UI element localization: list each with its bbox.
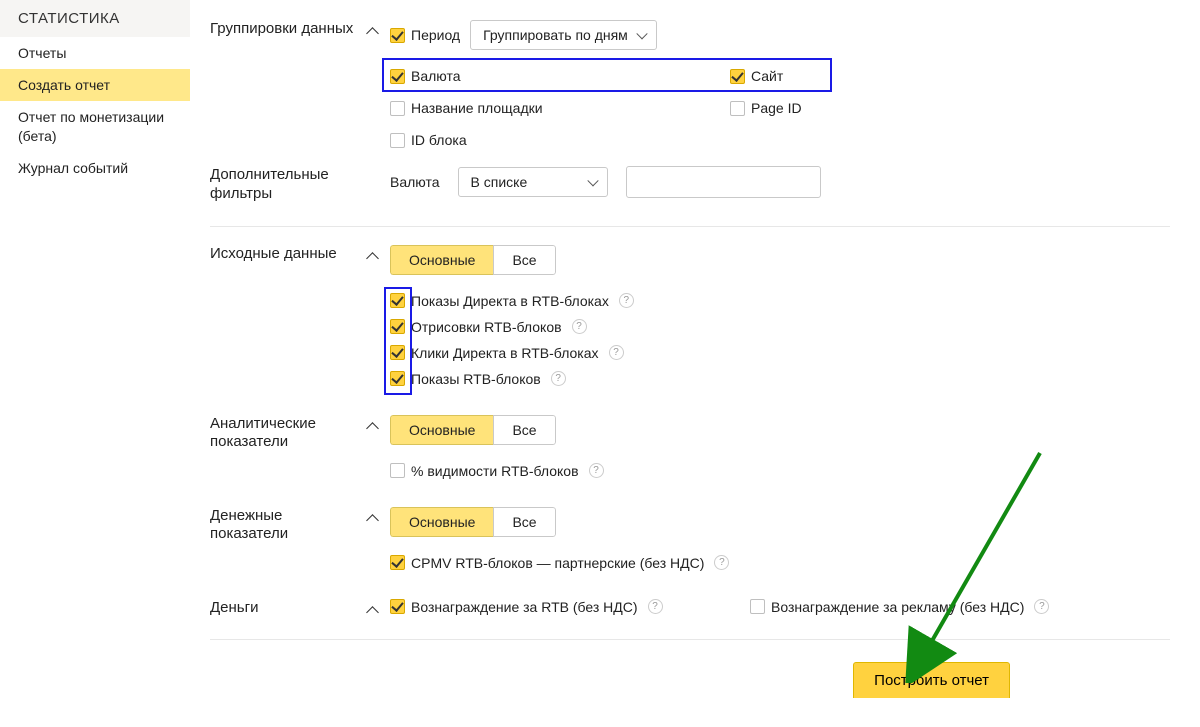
checkbox-box (390, 293, 405, 308)
checkbox-box (390, 69, 405, 84)
help-icon[interactable]: ? (619, 293, 634, 308)
toggle-group-analytics: Основные Все (390, 415, 556, 445)
checkbox-label: Page ID (751, 100, 802, 116)
checkbox-box (390, 101, 405, 116)
toggle-group-money-metrics: Основные Все (390, 507, 556, 537)
section-groupings: Группировки данных Период Группировать п… (210, 20, 1170, 148)
checkbox-label: % видимости RTB-блоков (411, 463, 579, 479)
sidebar-item-monetization[interactable]: Отчет по монетизации (бета) (0, 101, 190, 151)
checkbox-page-id[interactable]: Page ID (730, 100, 930, 116)
checkbox-label: Отрисовки RTB-блоков (411, 319, 562, 335)
checkbox-box (750, 599, 765, 614)
section-label-money-metrics[interactable]: Денежные показатели (210, 507, 390, 545)
chevron-up-icon (368, 512, 378, 522)
filter-field-label: Валюта (390, 174, 440, 190)
checkbox-currency[interactable]: Валюта (390, 68, 730, 84)
section-money-metrics: Денежные показатели Основные Все CPMV RT… (210, 507, 1170, 571)
main-content: Группировки данных Период Группировать п… (190, 0, 1200, 698)
help-icon[interactable]: ? (714, 555, 729, 570)
section-title-text: Группировки данных (210, 20, 353, 39)
toggle-main[interactable]: Основные (390, 245, 493, 275)
section-label-money[interactable]: Деньги (210, 599, 390, 618)
checkbox-rtb-reward[interactable]: Вознаграждение за RTB (без НДС) ? (390, 599, 740, 615)
section-label-filters: Дополнительные фильтры (210, 166, 390, 204)
checkbox-label: Валюта (411, 68, 461, 84)
help-icon[interactable]: ? (609, 345, 624, 360)
toggle-all[interactable]: Все (493, 245, 555, 275)
checkbox-label: Вознаграждение за RTB (без НДС) (411, 599, 638, 615)
checkbox-box (730, 69, 745, 84)
checkbox-ad-reward[interactable]: Вознаграждение за рекламу (без НДС) ? (750, 599, 1100, 615)
chevron-up-icon (368, 420, 378, 430)
chevron-up-icon (368, 25, 378, 35)
section-label-source-data[interactable]: Исходные данные (210, 245, 390, 264)
checkbox-label: CPMV RTB-блоков — партнерские (без НДС) (411, 555, 704, 571)
checkbox-box (390, 133, 405, 148)
chevron-up-icon (368, 250, 378, 260)
toggle-all[interactable]: Все (493, 415, 555, 445)
toggle-group-source: Основные Все (390, 245, 556, 275)
help-icon[interactable]: ? (648, 599, 663, 614)
select-group-by[interactable]: Группировать по дням (470, 20, 657, 50)
sidebar-item-create-report[interactable]: Создать отчет (0, 69, 190, 101)
sidebar-item-reports[interactable]: Отчеты (0, 37, 190, 69)
section-money: Деньги Вознаграждение за RTB (без НДС) ?… (210, 599, 1170, 618)
help-icon[interactable]: ? (1034, 599, 1049, 614)
toggle-all[interactable]: Все (493, 507, 555, 537)
checkbox-direct-impressions[interactable]: Показы Директа в RTB-блоках ? (390, 293, 1170, 309)
checkbox-box (390, 371, 405, 386)
checkbox-label: Клики Директа в RTB-блоках (411, 345, 599, 361)
section-title-text: Аналитические показатели (210, 415, 362, 453)
divider (210, 226, 1170, 227)
checkbox-cpmv[interactable]: CPMV RTB-блоков — партнерские (без НДС) … (390, 555, 1170, 571)
section-source-data: Исходные данные Основные Все Показы Дире… (210, 245, 1170, 387)
section-filters: Дополнительные фильтры Валюта В списке (210, 166, 1170, 204)
checkbox-box (390, 319, 405, 334)
section-title-text: Деньги (210, 599, 258, 618)
checkbox-label: Название площадки (411, 100, 543, 116)
build-report-button[interactable]: Построить отчет (853, 662, 1010, 698)
section-label-analytics[interactable]: Аналитические показатели (210, 415, 390, 453)
checkbox-box (390, 463, 405, 478)
checkbox-block-id[interactable]: ID блока (390, 132, 730, 148)
checkbox-rtb-renders[interactable]: Отрисовки RTB-блоков ? (390, 319, 1170, 335)
divider (210, 639, 1170, 640)
toggle-main[interactable]: Основные (390, 415, 493, 445)
help-icon[interactable]: ? (572, 319, 587, 334)
checkbox-period[interactable]: Период (390, 27, 460, 43)
checkbox-rtb-impressions[interactable]: Показы RTB-блоков ? (390, 371, 1170, 387)
checkbox-direct-clicks[interactable]: Клики Директа в RTB-блоках ? (390, 345, 1170, 361)
checkbox-box (390, 28, 405, 43)
select-filter-condition[interactable]: В списке (458, 167, 608, 197)
checkbox-visibility-pct[interactable]: % видимости RTB-блоков ? (390, 463, 1170, 479)
sidebar-item-event-log[interactable]: Журнал событий (0, 152, 190, 184)
sidebar-title: СТАТИСТИКА (0, 0, 190, 37)
checkbox-label: Период (411, 27, 460, 43)
section-label-groupings[interactable]: Группировки данных (210, 20, 390, 39)
checkbox-label: Вознаграждение за рекламу (без НДС) (771, 599, 1024, 615)
section-analytics: Аналитические показатели Основные Все % … (210, 415, 1170, 479)
section-title-text: Дополнительные фильтры (210, 166, 378, 204)
filter-value-input[interactable] (626, 166, 821, 198)
sidebar: СТАТИСТИКА Отчеты Создать отчет Отчет по… (0, 0, 190, 698)
checkbox-label: Показы Директа в RTB-блоках (411, 293, 609, 309)
help-icon[interactable]: ? (589, 463, 604, 478)
checkbox-label: Сайт (751, 68, 783, 84)
checkbox-label: ID блока (411, 132, 467, 148)
checkbox-site[interactable]: Сайт (730, 68, 930, 84)
checkbox-box (390, 599, 405, 614)
checkbox-label: Показы RTB-блоков (411, 371, 541, 387)
checkbox-box (730, 101, 745, 116)
section-title-text: Денежные показатели (210, 507, 362, 545)
checkbox-box (390, 345, 405, 360)
chevron-up-icon (368, 604, 378, 614)
section-title-text: Исходные данные (210, 245, 337, 264)
help-icon[interactable]: ? (551, 371, 566, 386)
toggle-main[interactable]: Основные (390, 507, 493, 537)
checkbox-platform-name[interactable]: Название площадки (390, 100, 730, 116)
checkbox-box (390, 555, 405, 570)
